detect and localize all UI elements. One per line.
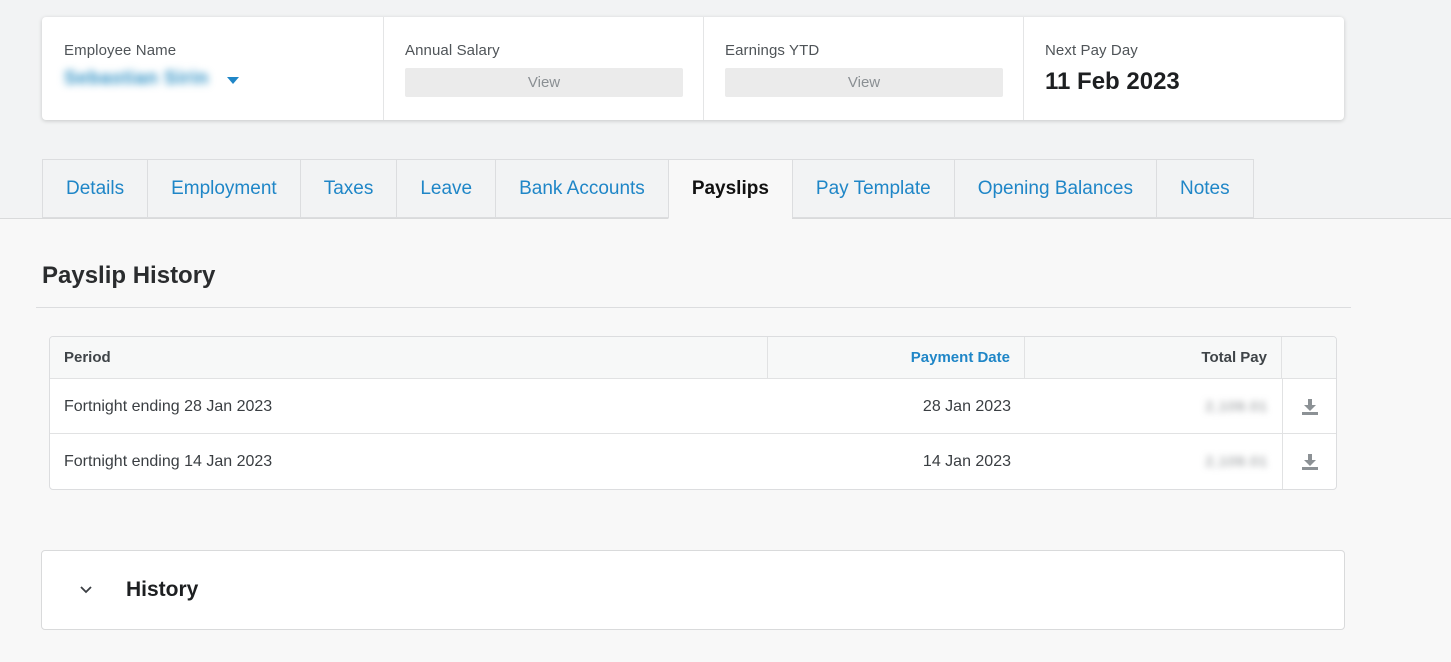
next-pay-day-cell: Next Pay Day 11 Feb 2023 xyxy=(1024,17,1344,120)
annual-salary-view-button[interactable]: View xyxy=(405,68,683,97)
history-panel-toggle[interactable]: History xyxy=(41,550,1345,630)
table-header-row: Period Payment Date Total Pay xyxy=(50,337,1336,379)
section-title: Payslip History xyxy=(42,262,216,289)
column-header-payment-date[interactable]: Payment Date xyxy=(768,337,1025,379)
employee-tabs: Details Employment Taxes Leave Bank Acco… xyxy=(42,159,1254,219)
row-total-pay: 2,109.01 xyxy=(1025,434,1282,489)
download-icon[interactable] xyxy=(1299,396,1321,418)
employee-selector[interactable]: Sebastian Sirin xyxy=(64,68,361,90)
earnings-ytd-cell: Earnings YTD View xyxy=(704,17,1024,120)
caret-down-icon[interactable] xyxy=(226,76,239,84)
total-pay-amount: 2,109.01 xyxy=(1205,398,1268,414)
employee-name-label: Employee Name xyxy=(64,42,177,59)
earnings-ytd-label: Earnings YTD xyxy=(725,42,820,59)
tab-payslips[interactable]: Payslips xyxy=(667,159,792,219)
payslip-table: Period Payment Date Total Pay Fortnight … xyxy=(49,336,1337,490)
total-pay-amount: 2,109.01 xyxy=(1205,453,1268,469)
employee-summary-card: Employee Name Sebastian Sirin Annual Sal… xyxy=(42,17,1344,120)
row-payment-date: 28 Jan 2023 xyxy=(922,398,1011,415)
column-header-period: Period xyxy=(50,337,768,379)
history-label: History xyxy=(126,578,199,601)
tab-pay-template[interactable]: Pay Template xyxy=(791,159,954,218)
column-header-total-pay: Total Pay xyxy=(1025,337,1282,379)
tab-leave[interactable]: Leave xyxy=(396,159,496,218)
employee-name[interactable]: Sebastian Sirin xyxy=(64,68,209,90)
table-row[interactable]: Fortnight ending 28 Jan 2023 28 Jan 2023… xyxy=(50,379,1336,434)
chevron-down-icon[interactable] xyxy=(78,582,94,598)
row-actions xyxy=(1282,434,1336,489)
row-period[interactable]: Fortnight ending 14 Jan 2023 xyxy=(50,434,768,489)
row-actions xyxy=(1282,379,1336,434)
table-row[interactable]: Fortnight ending 14 Jan 2023 14 Jan 2023… xyxy=(50,434,1336,489)
annual-salary-label: Annual Salary xyxy=(405,42,500,59)
earnings-ytd-view-button[interactable]: View xyxy=(725,68,1003,97)
row-period[interactable]: Fortnight ending 28 Jan 2023 xyxy=(50,379,768,434)
section-divider xyxy=(36,307,1351,308)
download-icon[interactable] xyxy=(1299,451,1321,473)
tab-taxes[interactable]: Taxes xyxy=(299,159,397,218)
employee-name-cell: Employee Name Sebastian Sirin xyxy=(42,17,384,120)
row-total-pay: 2,109.01 xyxy=(1025,379,1282,434)
tab-opening-balances[interactable]: Opening Balances xyxy=(953,159,1156,218)
column-header-actions xyxy=(1282,337,1336,379)
row-payment-date: 14 Jan 2023 xyxy=(922,453,1011,470)
tab-notes[interactable]: Notes xyxy=(1155,159,1254,218)
next-pay-day-label: Next Pay Day xyxy=(1045,42,1138,59)
next-pay-day-value: 11 Feb 2023 xyxy=(1045,68,1180,95)
tab-details[interactable]: Details xyxy=(42,159,148,218)
tab-bank-accounts[interactable]: Bank Accounts xyxy=(495,159,668,218)
annual-salary-cell: Annual Salary View xyxy=(384,17,704,120)
tab-employment[interactable]: Employment xyxy=(147,159,300,218)
